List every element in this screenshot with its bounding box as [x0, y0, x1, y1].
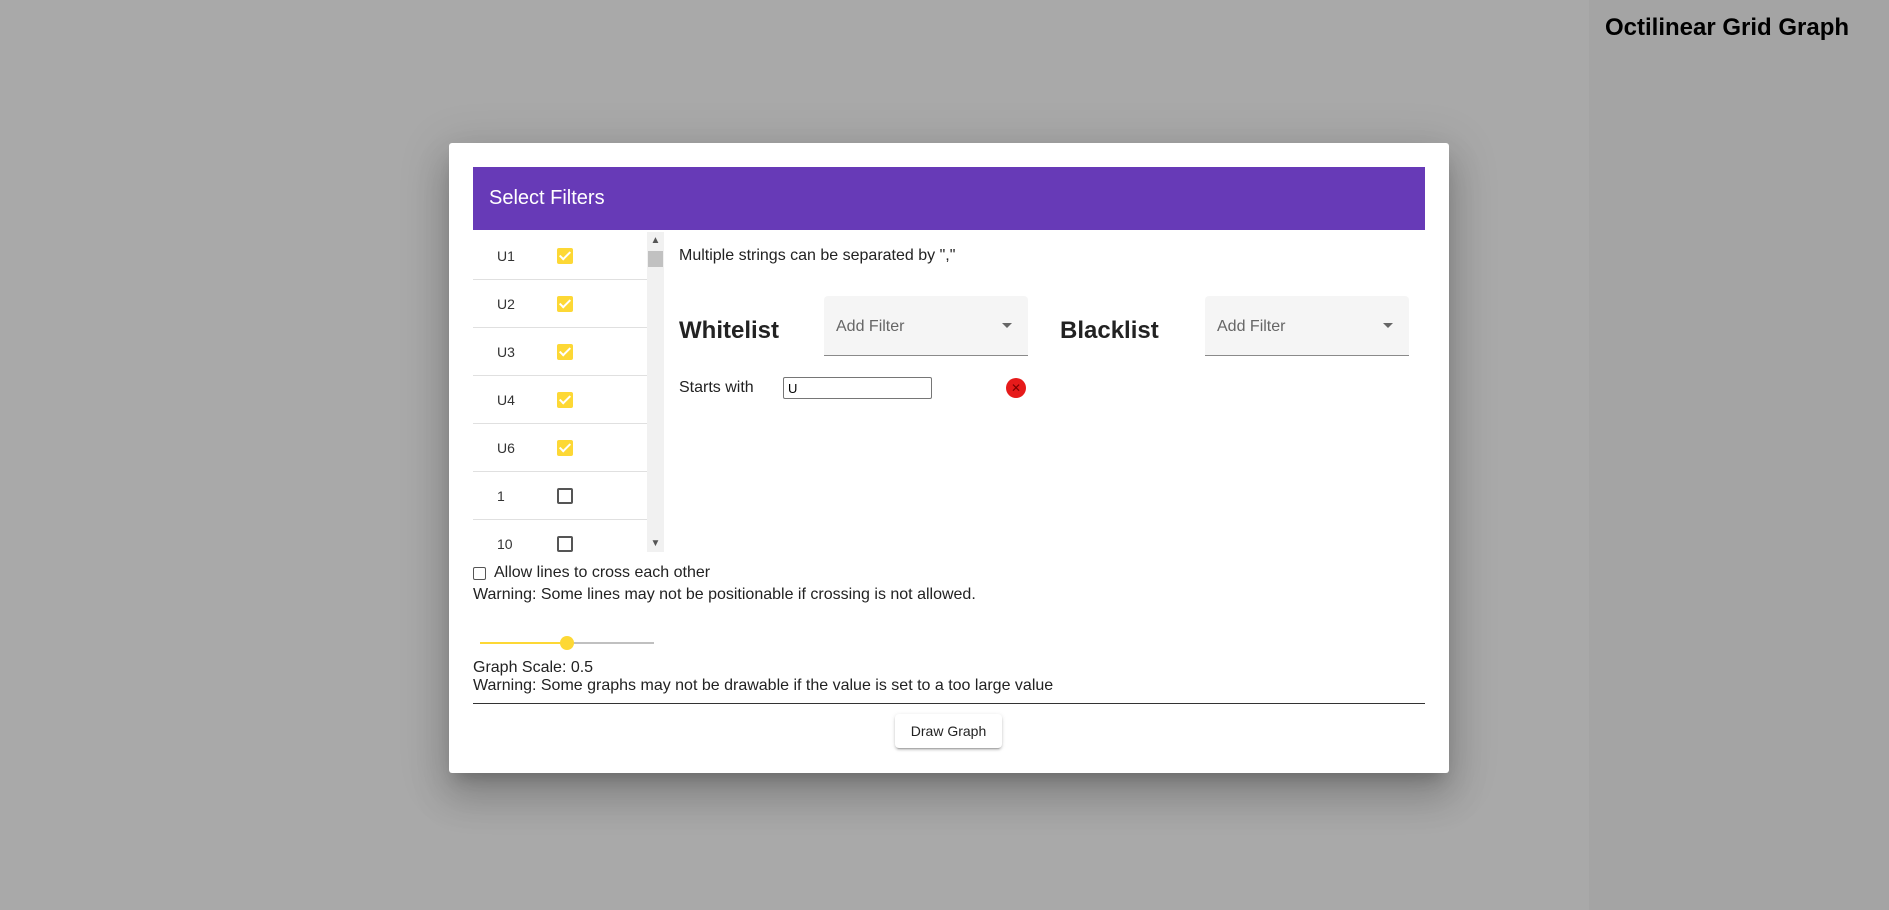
scroll-down-arrow-icon[interactable]: ▼ — [647, 535, 664, 552]
filter-list-rows: U1 U2 U3 U4 U6 1 10 — [473, 232, 647, 552]
scroll-up-arrow-icon[interactable]: ▲ — [647, 232, 664, 249]
whitelist-add-filter-select[interactable]: Add Filter — [824, 296, 1028, 356]
separator-hint: Multiple strings can be separated by "," — [679, 247, 955, 265]
filter-list-scrollbar[interactable]: ▲ ▼ — [647, 232, 664, 552]
allow-crossing-label[interactable]: Allow lines to cross each other — [494, 564, 710, 582]
allow-crossing-row[interactable]: Allow lines to cross each other — [473, 564, 710, 582]
crossing-warning: Warning: Some lines may not be positiona… — [473, 586, 976, 604]
side-panel: Octilinear Grid Graph — [1589, 0, 1889, 910]
blacklist-add-filter-select[interactable]: Add Filter — [1205, 296, 1409, 356]
blacklist-heading: Blacklist — [1060, 317, 1159, 345]
draw-graph-button[interactable]: Draw Graph — [895, 714, 1002, 748]
filter-item-label: U1 — [497, 248, 515, 264]
starts-with-input[interactable] — [783, 377, 932, 399]
starts-with-label: Starts with — [679, 379, 754, 397]
filter-item-label: U6 — [497, 440, 515, 456]
filter-item-checkbox[interactable] — [557, 392, 573, 408]
filter-item-checkbox[interactable] — [557, 440, 573, 456]
filter-item-label: U2 — [497, 296, 515, 312]
side-panel-title: Octilinear Grid Graph — [1605, 14, 1849, 42]
scale-warning: Warning: Some graphs may not be drawable… — [473, 677, 1053, 695]
scrollbar-thumb[interactable] — [648, 251, 663, 267]
filter-list-item[interactable]: U6 — [473, 424, 647, 472]
allow-crossing-checkbox[interactable] — [473, 567, 486, 580]
whitelist-heading: Whitelist — [679, 317, 779, 345]
graph-scale-slider[interactable] — [480, 636, 654, 650]
filter-item-label: U4 — [497, 392, 515, 408]
close-icon: ✕ — [1011, 382, 1021, 394]
whitelist-select-placeholder: Add Filter — [836, 318, 904, 336]
dialog-title: Select Filters — [489, 187, 605, 210]
filter-item-checkbox[interactable] — [557, 296, 573, 312]
filter-item-checkbox[interactable] — [557, 536, 573, 552]
filter-list-item[interactable]: U2 — [473, 280, 647, 328]
dropdown-arrow-icon — [1002, 323, 1012, 328]
filter-item-label: 10 — [497, 536, 513, 552]
filter-item-label: U3 — [497, 344, 515, 360]
filter-item-checkbox[interactable] — [557, 344, 573, 360]
filter-item-checkbox[interactable] — [557, 488, 573, 504]
filter-item-label: 1 — [497, 488, 505, 504]
remove-rule-button[interactable]: ✕ — [1006, 378, 1026, 398]
select-filters-dialog: Select Filters U1 U2 U3 U4 U6 1 10 ▲ ▼ Multipl… — [449, 143, 1449, 773]
filter-list-item[interactable]: U4 — [473, 376, 647, 424]
filter-list-item[interactable]: U1 — [473, 232, 647, 280]
graph-scale-label: Graph Scale: 0.5 — [473, 659, 593, 677]
blacklist-select-placeholder: Add Filter — [1217, 318, 1285, 336]
divider — [473, 703, 1425, 704]
filter-list-item[interactable]: U3 — [473, 328, 647, 376]
filter-list[interactable]: U1 U2 U3 U4 U6 1 10 ▲ ▼ — [473, 232, 665, 552]
slider-fill — [480, 642, 567, 644]
filter-item-checkbox[interactable] — [557, 248, 573, 264]
filter-list-item[interactable]: 1 — [473, 472, 647, 520]
dialog-header: Select Filters — [473, 167, 1425, 230]
dropdown-arrow-icon — [1383, 323, 1393, 328]
slider-thumb[interactable] — [560, 636, 574, 650]
filter-list-item[interactable]: 10 — [473, 520, 647, 552]
